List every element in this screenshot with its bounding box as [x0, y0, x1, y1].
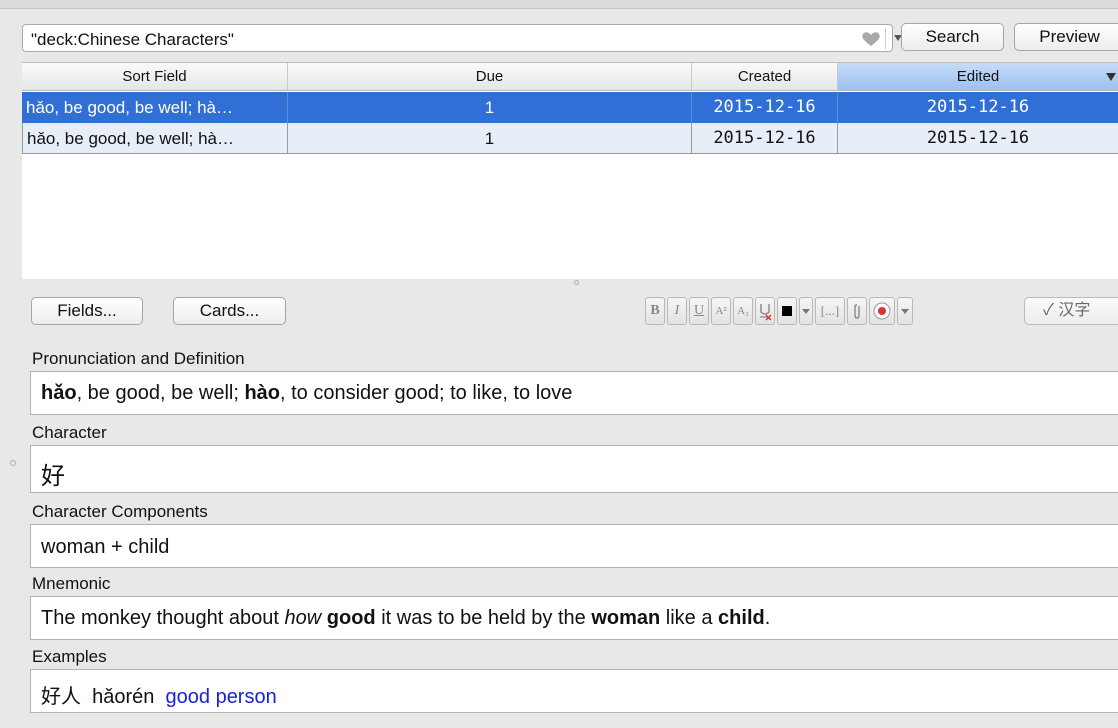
italic-icon[interactable]: I: [667, 297, 687, 325]
attachment-icon[interactable]: [847, 297, 867, 325]
cell-created: 2015-12-16: [692, 123, 838, 154]
fields-button[interactable]: Fields...: [31, 297, 143, 325]
field-input-mnemonic[interactable]: The monkey thought about how good it was…: [30, 596, 1118, 640]
underline-icon[interactable]: U: [689, 297, 709, 325]
preview-button[interactable]: Preview: [1014, 23, 1118, 51]
subscript-icon[interactable]: A₂: [733, 297, 753, 325]
rich-text-part: , be good, be well;: [76, 382, 245, 404]
chevron-down-icon[interactable]: [799, 297, 813, 325]
cell-created: 2015-12-16: [692, 92, 838, 123]
side-splitter-handle[interactable]: [10, 460, 16, 466]
field-value-pronunciation: hǎo, be good, be well; hào, to consider …: [41, 382, 572, 405]
field-input-pronunciation[interactable]: hǎo, be good, be well; hào, to consider …: [30, 371, 1118, 415]
cell-due: 1: [288, 92, 692, 123]
cell-due: 1: [288, 123, 692, 154]
field-label-pronunciation: Pronunciation and Definition: [32, 349, 245, 368]
column-header-edited-label: Edited: [956, 68, 1000, 85]
column-header-due[interactable]: Due: [288, 63, 692, 91]
sort-descending-icon: [1106, 73, 1116, 81]
field-input-components[interactable]: woman + child: [30, 524, 1118, 568]
card-list-table[interactable]: Sort Field Due Created Edited hǎo, be go…: [22, 62, 1118, 279]
text-color-icon[interactable]: [777, 297, 797, 325]
rich-text-part: it was to be held by the: [375, 607, 592, 629]
search-divider: [885, 28, 886, 49]
clear-format-icon[interactable]: [755, 297, 775, 325]
rich-text-part: good person: [165, 686, 277, 708]
column-header-sort-field[interactable]: Sort Field: [22, 63, 288, 91]
hanzi-button[interactable]: ✓ 汉字: [1024, 297, 1118, 325]
field-value-character: 好: [41, 463, 65, 490]
field-value-mnemonic: The monkey thought about how good it was…: [41, 607, 770, 630]
cards-button[interactable]: Cards...: [173, 297, 286, 325]
rich-text-part: like a: [660, 607, 719, 629]
cloze-icon[interactable]: [...]: [815, 297, 845, 325]
rich-text-part: , to consider good; to like, to love: [280, 382, 573, 404]
search-button[interactable]: Search: [901, 23, 1004, 51]
search-input[interactable]: "deck:Chinese Characters": [22, 24, 902, 52]
rich-text-part: child: [718, 607, 765, 629]
window-top-edge: [0, 0, 1118, 9]
rich-text-part: .: [764, 607, 771, 629]
field-label-character: Character: [32, 423, 107, 442]
field-value-components: woman + child: [41, 536, 170, 558]
heart-icon[interactable]: [861, 31, 881, 47]
search-query[interactable]: "deck:Chinese Characters": [31, 30, 234, 50]
field-input-examples[interactable]: 好人 hǎorén good person: [30, 669, 1118, 713]
rich-text-part: how: [284, 607, 322, 629]
column-header-created[interactable]: Created: [692, 63, 838, 91]
bold-icon[interactable]: B: [645, 297, 665, 325]
superscript-icon[interactable]: A²: [711, 297, 731, 325]
splitter-handle[interactable]: [574, 280, 579, 285]
field-label-mnemonic: Mnemonic: [32, 574, 111, 593]
field-label-components: Character Components: [32, 502, 208, 521]
column-header-edited[interactable]: Edited: [838, 63, 1118, 91]
cell-edited: 2015-12-16: [838, 92, 1118, 123]
table-row[interactable]: hǎo, be good, be well; hà… 1 2015-12-16 …: [22, 92, 1118, 123]
rich-text-part: woman: [591, 607, 661, 629]
field-value-examples: 好人 hǎorén good person: [41, 680, 277, 709]
table-row[interactable]: hǎo, be good, be well; hà… 1 2015-12-16 …: [22, 123, 1118, 154]
record-icon[interactable]: [869, 297, 895, 325]
rich-text-part: good: [326, 607, 376, 629]
field-label-examples: Examples: [32, 647, 107, 666]
cell-sort-field: hǎo, be good, be well; hà…: [22, 92, 288, 123]
field-input-character[interactable]: 好: [30, 445, 1118, 493]
cell-sort-field: hǎo, be good, be well; hà…: [22, 123, 288, 154]
chevron-down-icon[interactable]: [897, 297, 913, 325]
cell-edited: 2015-12-16: [838, 123, 1118, 154]
rich-text-part: hào: [244, 382, 281, 404]
rich-text-part: 好人 hǎorén: [41, 686, 166, 708]
rich-text-part: The monkey thought about: [41, 607, 285, 629]
rich-text-part: hǎo: [41, 382, 77, 404]
